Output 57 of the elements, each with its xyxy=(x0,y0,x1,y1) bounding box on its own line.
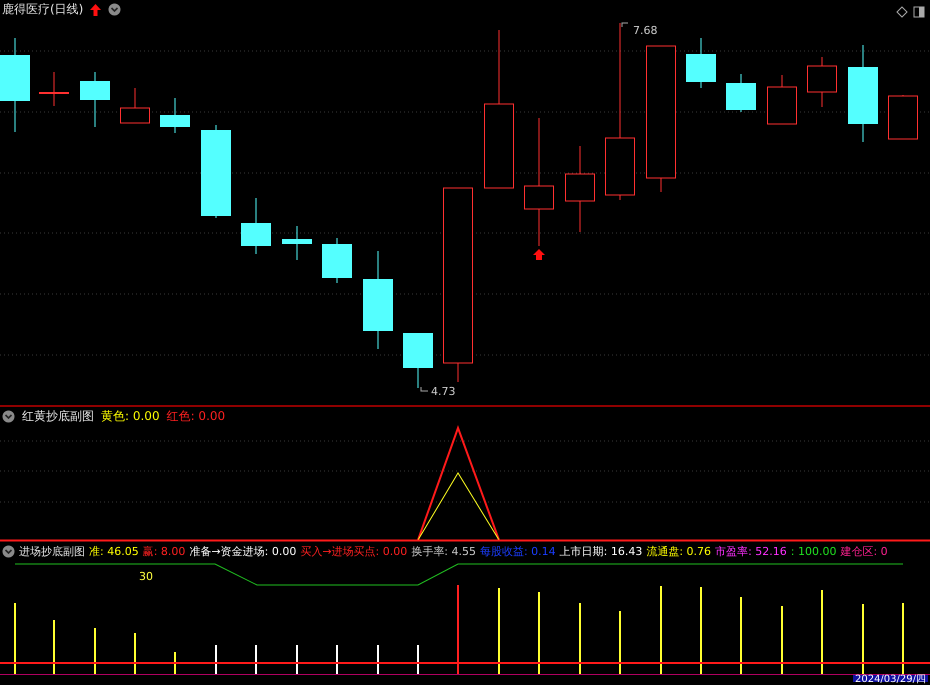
level-label: 30 xyxy=(139,570,153,583)
chevron-icon[interactable] xyxy=(108,3,122,16)
indicator-bar xyxy=(902,603,904,674)
indicator-bar xyxy=(53,620,55,674)
candlestick xyxy=(120,88,150,124)
indicator-readout: 红色: 0.00 xyxy=(166,409,226,424)
indicator-bar xyxy=(14,603,16,674)
leader-line xyxy=(622,22,628,28)
indicator-readout: 换手率: 4.55 xyxy=(411,544,476,559)
candlestick xyxy=(767,74,797,124)
indicator-bar xyxy=(336,645,338,674)
diamond-icon[interactable] xyxy=(896,6,908,18)
candlestick xyxy=(403,332,433,388)
candlestick xyxy=(39,72,69,106)
indicator-bar xyxy=(579,603,581,674)
candlestick xyxy=(160,98,190,134)
candlestick xyxy=(282,226,312,260)
indicator-bar xyxy=(781,606,783,674)
candlestick xyxy=(241,198,271,254)
indicator-bar xyxy=(94,628,96,674)
candlestick xyxy=(80,72,110,128)
chevron-icon[interactable] xyxy=(2,410,15,423)
indicator-readout: 准: 46.05 xyxy=(89,544,139,559)
indicator-readout: 准备→资金进场: 0.00 xyxy=(189,544,296,559)
indicator-bar xyxy=(296,645,298,674)
candlestick xyxy=(888,94,918,140)
indicator-title: 红黄抄底副图 xyxy=(22,409,94,424)
indicator-readout: 建仓区: 0 xyxy=(840,544,888,559)
price-label: 4.73 xyxy=(431,385,456,398)
indicator-readout: : 100.00 xyxy=(790,544,836,559)
indicator-readout: 上市日期: 16.43 xyxy=(560,544,642,559)
candlestick xyxy=(686,38,716,88)
chart-title: 鹿得医疗(日线) xyxy=(2,2,84,17)
indicator-title: 进场抄底副图 xyxy=(19,544,85,559)
indicator-readout: 黄色: 0.00 xyxy=(101,409,160,424)
up-arrow-icon xyxy=(90,4,102,16)
indicator-readout: 市盈率: 52.16 xyxy=(715,544,787,559)
indicator-bar xyxy=(255,645,257,674)
indicator-bar xyxy=(174,652,176,674)
indicator-bar xyxy=(215,645,217,674)
up-arrow-icon xyxy=(533,249,545,260)
candlestick xyxy=(322,238,352,284)
indicator-bar xyxy=(377,645,379,674)
candlestick xyxy=(807,56,837,108)
chevron-icon[interactable] xyxy=(2,545,15,558)
indicator-readout: 流通盘: 0.76 xyxy=(646,544,712,559)
price-label: 7.68 xyxy=(633,24,658,37)
panel-toggle-icon[interactable] xyxy=(914,6,924,18)
indicator-readout: 赢: 8.00 xyxy=(142,544,186,559)
indicator-bar xyxy=(417,645,419,674)
candlestick xyxy=(726,74,756,112)
leader-line xyxy=(420,386,428,392)
indicator-readout: 每股收益: 0.14 xyxy=(480,544,556,559)
indicator-bar xyxy=(619,611,621,674)
indicator-bar xyxy=(862,604,864,674)
indicator-bar xyxy=(134,633,136,674)
indicator-readout: 买入→进场买点: 0.00 xyxy=(300,544,408,559)
